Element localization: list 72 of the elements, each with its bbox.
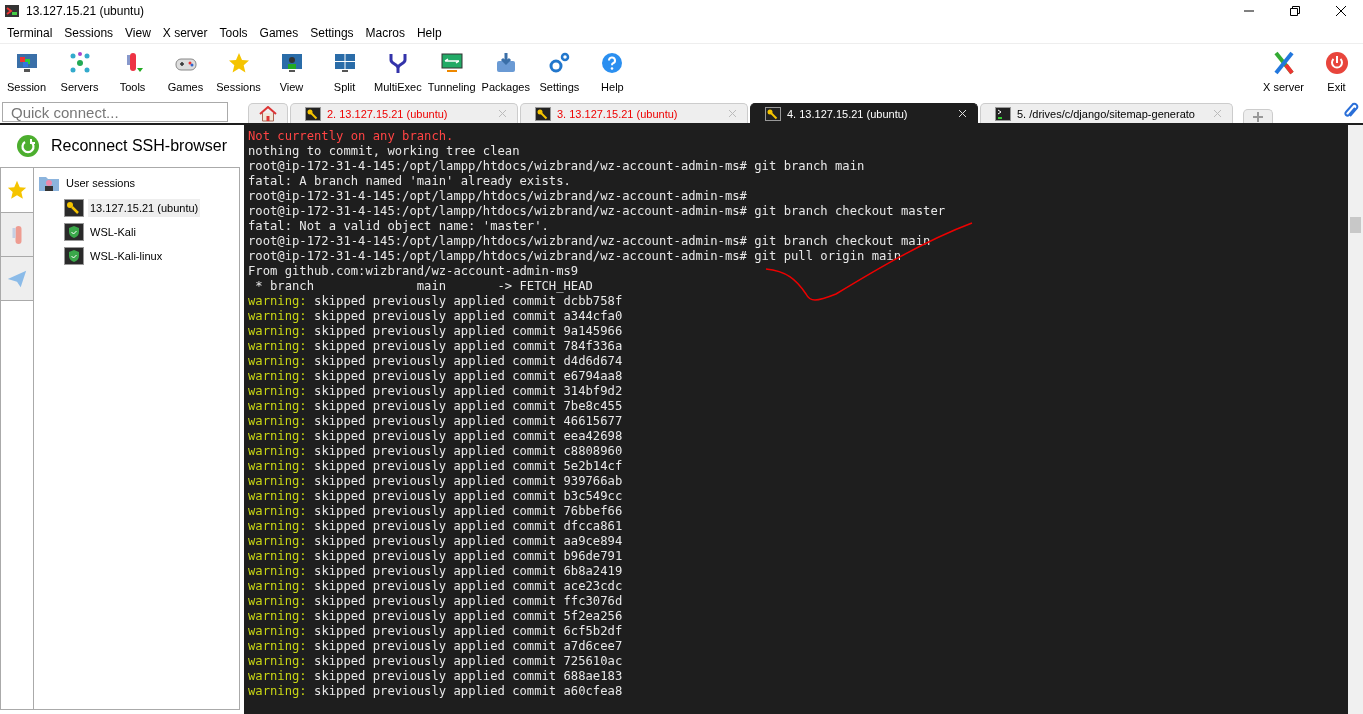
terminal-line: warning: skipped previously applied commit b3c549cc — [248, 489, 624, 504]
toolbar-button[interactable]: Tunneling — [424, 44, 479, 99]
terminal-line: root@ip-172-31-4-145:/opt/lampp/htdocs/wizbrand/wz-account-admin-ms# — [248, 189, 748, 204]
terminal-line: root@ip-172-31-4-145:/opt/lampp/htdocs/wizbrand/wz-account-admin-ms# git branch checkout master — [248, 204, 947, 219]
terminal-line: nothing to commit, working tree clean — [248, 144, 521, 159]
session-tree-item[interactable]: WSL-Kali — [88, 223, 138, 241]
terminal-line: root@ip-172-31-4-145:/opt/lampp/htdocs/wizbrand/wz-account-admin-ms# git branch checkout main — [248, 234, 932, 249]
session-tree-item[interactable]: 13.127.15.21 (ubuntu) — [88, 199, 201, 217]
toolbar-button[interactable]: View — [265, 44, 318, 99]
menu-item[interactable]: Games — [254, 25, 306, 40]
menu-item[interactable]: Sessions — [59, 25, 121, 40]
terminal-line: fatal: Not a valid object name: 'master'. — [248, 219, 550, 234]
toolbar-button[interactable]: Packages — [478, 44, 533, 99]
terminal-line: warning: skipped previously applied commit 784f336a — [248, 339, 624, 354]
reconnect-ssh-browser-button[interactable]: Reconnect SSH-browser — [0, 125, 244, 167]
terminal-line: * branch main -> FETCH_HEAD — [254, 279, 594, 294]
terminal-line: root@ip-172-31-4-145:/opt/lampp/htdocs/wizbrand/wz-account-admin-ms# git pull origin main — [248, 249, 903, 264]
menu-item[interactable]: Tools — [214, 25, 255, 40]
terminal-line: warning: skipped previously applied commit 76bbef66 — [248, 504, 624, 519]
terminal-line: warning: skipped previously applied commit 725610ac — [248, 654, 624, 669]
terminal-line: From github.com:wizbrand/wz-account-admin-ms9 — [248, 264, 580, 279]
terminal-line: warning: skipped previously applied commit eea42698 — [248, 429, 624, 444]
toolbar-button[interactable]: Servers — [53, 44, 106, 99]
toolbar-button[interactable]: Help — [585, 44, 639, 99]
terminal-line: warning: skipped previously applied commit 6cf5b2df — [248, 624, 624, 639]
tree-folder-label[interactable]: User sessions — [64, 174, 138, 192]
menu-item[interactable]: Help — [411, 25, 449, 40]
terminal-line: fatal: A branch named 'main' already exists. — [248, 174, 572, 189]
toolbar-button[interactable]: Exit — [1310, 44, 1363, 99]
menu-item[interactable]: X server — [157, 25, 215, 40]
terminal-line: warning: skipped previously applied commit a7d6cee7 — [248, 639, 624, 654]
terminal-line: warning: skipped previously applied commit 6b8a2419 — [248, 564, 624, 579]
terminal-line: Not currently on any branch. — [248, 129, 455, 144]
terminal-line: warning: skipped previously applied commit e6794aa8 — [248, 369, 624, 384]
terminal-line: root@ip-172-31-4-145:/opt/lampp/htdocs/wizbrand/wz-account-admin-ms# git branch main — [248, 159, 866, 174]
terminal-line: warning: skipped previously applied commit a344cfa0 — [248, 309, 624, 324]
toolbar-button[interactable]: Session — [0, 44, 53, 99]
menu-item[interactable]: Terminal — [2, 25, 60, 40]
quick-connect-field[interactable]: Quick connect... — [2, 102, 228, 122]
terminal-line: warning: skipped previously applied commit 688ae183 — [248, 669, 624, 684]
terminal-line: warning: skipped previously applied commit ffc3076d — [248, 594, 624, 609]
toolbar-button[interactable]: Sessions — [212, 44, 265, 99]
session-tab[interactable]: 2. 13.127.15.21 (ubuntu) — [290, 103, 518, 123]
terminal-line: warning: skipped previously applied commit 939766ab — [248, 474, 624, 489]
terminal-line: warning: skipped previously applied commit 9a145966 — [248, 324, 624, 339]
terminal-line: warning: skipped previously applied commit 5f2ea256 — [248, 609, 624, 624]
toolbar-button[interactable]: X server — [1257, 44, 1310, 99]
terminal-line: warning: skipped previously applied commit 314bf9d2 — [248, 384, 624, 399]
terminal-line: warning: skipped previously applied commit c8808960 — [248, 444, 624, 459]
session-tab[interactable]: 3. 13.127.15.21 (ubuntu) — [520, 103, 748, 123]
terminal-line: warning: skipped previously applied commit 46615677 — [248, 414, 624, 429]
session-tab[interactable]: 5. /drives/c/django/sitemap-generato — [980, 103, 1233, 123]
terminal-line: warning: skipped previously applied commit ace23cdc — [248, 579, 624, 594]
menu-item[interactable]: Settings — [305, 25, 361, 40]
toolbar-button[interactable]: Settings — [532, 44, 586, 99]
terminal-line: warning: skipped previously applied commit d4d6d674 — [248, 354, 624, 369]
terminal-line: warning: skipped previously applied commit 7be8c455 — [248, 399, 624, 414]
toolbar-button[interactable]: Split — [318, 44, 371, 99]
session-tab[interactable]: 4. 13.127.15.21 (ubuntu) — [750, 103, 978, 123]
menu-item[interactable]: View — [120, 25, 158, 40]
session-tree-item[interactable]: WSL-Kali-linux — [88, 247, 165, 265]
terminal-line: warning: skipped previously applied commit dfcca861 — [248, 519, 624, 534]
menu-item[interactable]: Macros — [360, 25, 412, 40]
toolbar-button[interactable]: MultiExec — [371, 44, 425, 99]
terminal-line: warning: skipped previously applied commit dcbb758f — [248, 294, 624, 309]
toolbar-button[interactable]: Games — [159, 44, 212, 99]
window-title: 13.127.15.21 (ubuntu) — [26, 4, 145, 18]
terminal-line: warning: skipped previously applied commit a60cfea8 — [248, 684, 624, 699]
toolbar-button[interactable]: Tools — [106, 44, 159, 99]
terminal-line: warning: skipped previously applied commit aa9ce894 — [248, 534, 624, 549]
terminal-line: warning: skipped previously applied commit 5e2b14cf — [248, 459, 624, 474]
terminal-line: warning: skipped previously applied commit b96de791 — [248, 549, 624, 564]
